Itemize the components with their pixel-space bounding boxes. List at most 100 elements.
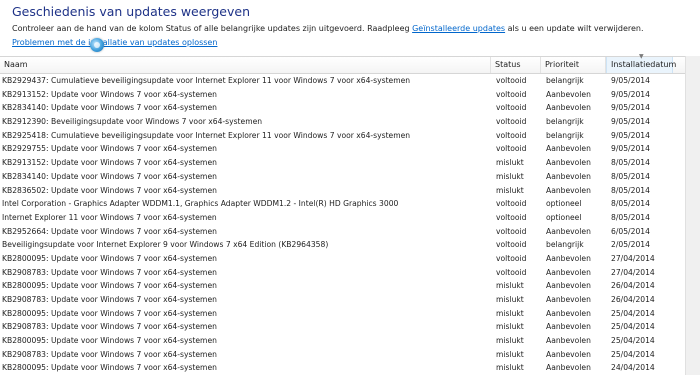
cell-status: mislukt [496, 349, 524, 359]
table-row[interactable]: KB2800095: Update voor Windows 7 voor x6… [0, 307, 700, 321]
table-row[interactable]: KB2908783: Update voor Windows 7 voor x6… [0, 348, 700, 362]
cell-name: KB2952664: Update voor Windows 7 voor x6… [2, 226, 217, 236]
table-row[interactable]: KB2800095: Update voor Windows 7 voor x6… [0, 279, 700, 293]
table-row[interactable]: KB2836502: Update voor Windows 7 voor x6… [0, 184, 700, 198]
cell-priority: Aanbevolen [546, 171, 591, 181]
cell-name: Beveiligingsupdate voor Internet Explore… [2, 240, 329, 250]
cell-name: KB2834140: Update voor Windows 7 voor x6… [2, 103, 217, 113]
cell-status: mislukt [496, 171, 524, 181]
cell-priority: Aanbevolen [546, 349, 591, 359]
cell-status: voltooid [496, 240, 527, 250]
table-row[interactable]: KB2908783: Update voor Windows 7 voor x6… [0, 266, 700, 280]
cell-priority: Aanbevolen [546, 322, 591, 332]
column-header-status[interactable]: Status [491, 57, 541, 73]
busy-cursor-icon [90, 38, 104, 52]
cell-name: KB2913152: Update voor Windows 7 voor x6… [2, 89, 217, 99]
cell-name: KB2913152: Update voor Windows 7 voor x6… [2, 158, 217, 168]
cell-status: mislukt [496, 158, 524, 168]
table-row[interactable]: Internet Explorer 11 voor Windows 7 voor… [0, 211, 700, 225]
cell-priority: Aanbevolen [546, 253, 591, 263]
table-row[interactable]: KB2800095: Update voor Windows 7 voor x6… [0, 334, 700, 348]
cell-status: mislukt [496, 308, 524, 318]
cell-priority: belangrijk [546, 240, 584, 250]
cell-priority: Aanbevolen [546, 144, 591, 154]
troubleshoot-link[interactable]: Problemen met de installatie van updates… [12, 38, 217, 47]
cell-name: KB2800095: Update voor Windows 7 voor x6… [2, 281, 217, 291]
cell-name: KB2800095: Update voor Windows 7 voor x6… [2, 363, 217, 373]
table-row[interactable]: KB2908783: Update voor Windows 7 voor x6… [0, 320, 700, 334]
page-description: Controleer aan de hand van de kolom Stat… [12, 24, 644, 33]
table-row[interactable]: KB2913152: Update voor Windows 7 voor x6… [0, 88, 700, 102]
cell-name: KB2834140: Update voor Windows 7 voor x6… [2, 171, 217, 181]
cell-priority: belangrijk [546, 117, 584, 127]
cell-priority: Aanbevolen [546, 295, 591, 304]
cell-status: mislukt [496, 185, 524, 195]
cell-priority: optioneel [546, 212, 582, 222]
cell-priority: Aanbevolen [546, 308, 591, 318]
table-header: Naam Status Prioriteit ▼ Installatiedatu… [0, 53, 700, 74]
cell-status: voltooid [496, 226, 527, 236]
update-history-table: Naam Status Prioriteit ▼ Installatiedatu… [0, 53, 700, 375]
cell-name: KB2929755: Update voor Windows 7 voor x6… [2, 144, 217, 154]
cell-date: 25/04/2014 [611, 308, 655, 318]
table-row[interactable]: KB2912390: Beveiligingsupdate voor Windo… [0, 115, 700, 129]
cell-status: mislukt [496, 363, 524, 373]
sort-descending-icon: ▼ [639, 53, 644, 60]
cell-status: voltooid [496, 199, 527, 209]
cell-date: 8/05/2014 [611, 212, 650, 222]
cell-status: voltooid [496, 212, 527, 222]
column-header-date[interactable]: ▼ Installatiedatum [606, 53, 677, 73]
vertical-scrollbar[interactable] [685, 56, 700, 375]
cell-status: voltooid [496, 253, 527, 263]
table-row[interactable]: KB2913152: Update voor Windows 7 voor x6… [0, 156, 700, 170]
table-row[interactable]: KB2834140: Update voor Windows 7 voor x6… [0, 170, 700, 184]
page-title: Geschiedenis van updates weergeven [12, 4, 250, 19]
cell-date: 25/04/2014 [611, 336, 655, 346]
table-row[interactable]: KB2929437: Cumulatieve beveiligingsupdat… [0, 74, 700, 88]
cell-date: 25/04/2014 [611, 349, 655, 359]
table-row[interactable]: KB2952664: Update voor Windows 7 voor x6… [0, 225, 700, 239]
column-header-priority[interactable]: Prioriteit [541, 57, 606, 73]
table-row[interactable]: KB2929755: Update voor Windows 7 voor x6… [0, 142, 700, 156]
cell-name: KB2908783: Update voor Windows 7 voor x6… [2, 322, 217, 332]
cell-name: KB2925418: Cumulatieve beveiligingsupdat… [2, 130, 411, 140]
table-row[interactable]: KB2908783: Update voor Windows 7 voor x6… [0, 293, 700, 307]
page-header: Geschiedenis van updates weergeven Contr… [0, 0, 700, 54]
cell-date: 27/04/2014 [611, 253, 655, 263]
cell-priority: belangrijk [546, 130, 584, 140]
cell-status: voltooid [496, 103, 527, 113]
cell-priority: Aanbevolen [546, 158, 591, 168]
table-body: KB2929437: Cumulatieve beveiligingsupdat… [0, 74, 700, 375]
cell-date: 8/05/2014 [611, 158, 650, 168]
cell-date: 9/05/2014 [611, 89, 650, 99]
column-header-name[interactable]: Naam [0, 57, 491, 73]
cell-date: 6/05/2014 [611, 226, 650, 236]
table-row[interactable]: KB2834140: Update voor Windows 7 voor x6… [0, 101, 700, 115]
cell-name: KB2836502: Update voor Windows 7 voor x6… [2, 185, 217, 195]
cell-date: 9/05/2014 [611, 103, 650, 113]
cell-priority: Aanbevolen [546, 281, 591, 291]
cell-date: 8/05/2014 [611, 171, 650, 181]
installed-updates-link[interactable]: Geïnstalleerde updates [412, 24, 505, 33]
cell-date: 9/05/2014 [611, 130, 650, 140]
table-row[interactable]: KB2800095: Update voor Windows 7 voor x6… [0, 252, 700, 266]
cell-status: voltooid [496, 267, 527, 277]
column-header-date-label: Installatiedatum [611, 60, 677, 69]
cell-date: 9/05/2014 [611, 117, 650, 127]
cell-priority: optioneel [546, 199, 582, 209]
table-row[interactable]: Beveiligingsupdate voor Internet Explore… [0, 238, 700, 252]
cell-name: KB2908783: Update voor Windows 7 voor x6… [2, 295, 217, 304]
cell-priority: Aanbevolen [546, 363, 591, 373]
cell-date: 8/05/2014 [611, 185, 650, 195]
table-row[interactable]: KB2925418: Cumulatieve beveiligingsupdat… [0, 129, 700, 143]
cell-date: 2/05/2014 [611, 240, 650, 250]
cell-status: voltooid [496, 89, 527, 99]
table-row[interactable]: KB2800095: Update voor Windows 7 voor x6… [0, 361, 700, 375]
cell-priority: Aanbevolen [546, 103, 591, 113]
cell-date: 9/05/2014 [611, 144, 650, 154]
cell-name: KB2800095: Update voor Windows 7 voor x6… [2, 336, 217, 346]
cell-date: 9/05/2014 [611, 76, 650, 85]
table-row[interactable]: Intel Corporation - Graphics Adapter WDD… [0, 197, 700, 211]
cell-status: mislukt [496, 295, 524, 304]
cell-name: KB2800095: Update voor Windows 7 voor x6… [2, 308, 217, 318]
